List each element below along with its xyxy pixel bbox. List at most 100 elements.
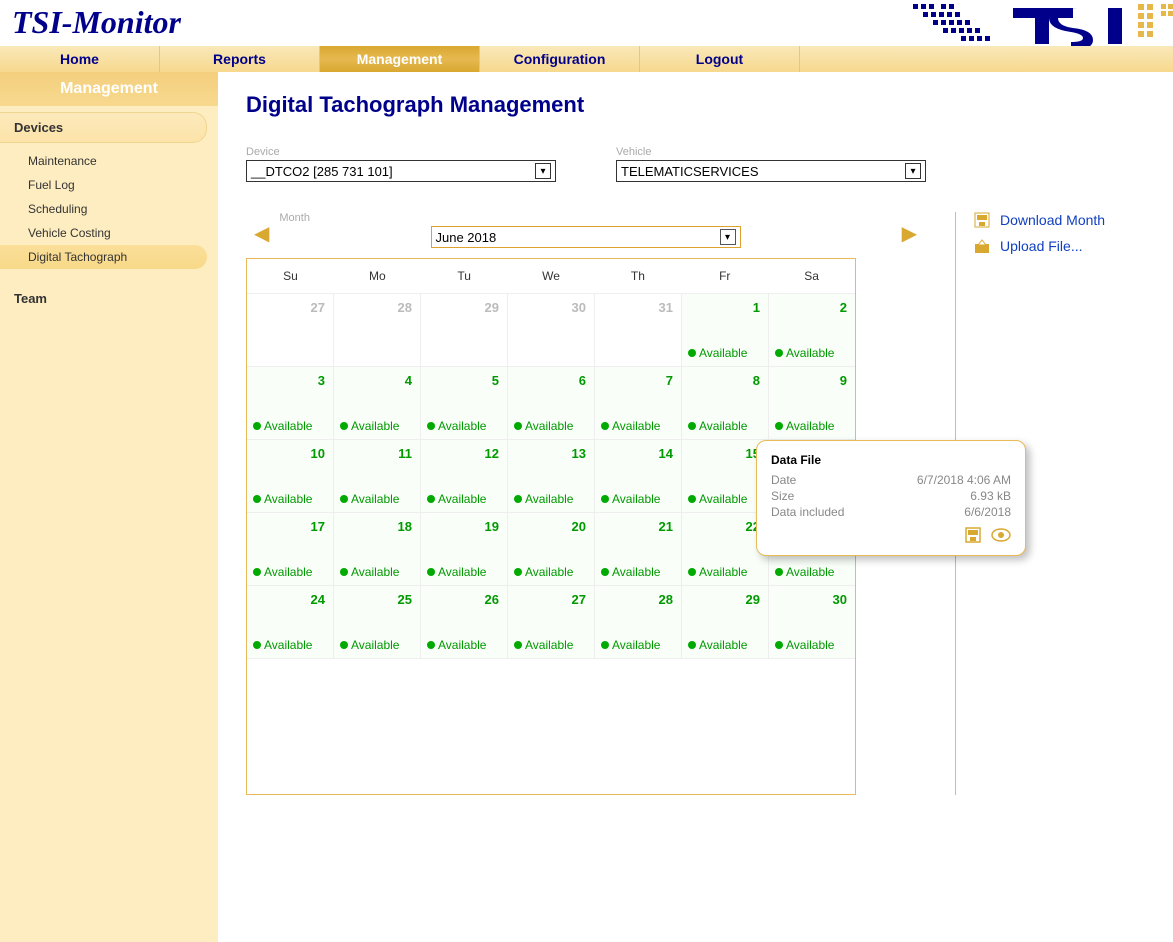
status-dot-icon [688, 568, 696, 576]
status-dot-icon [601, 495, 609, 503]
calendar-day[interactable]: 9Available [769, 367, 855, 440]
sidebar-item-maintenance[interactable]: Maintenance [0, 149, 207, 173]
available-badge: Available [688, 492, 747, 506]
status-dot-icon [688, 349, 696, 357]
calendar-day[interactable]: 29Available [682, 586, 769, 659]
calendar-day[interactable]: 20Available [508, 513, 595, 586]
sidebar-section-devices[interactable]: Devices [0, 112, 207, 143]
sidebar-item-vehicle-costing[interactable]: Vehicle Costing [0, 221, 207, 245]
status-dot-icon [514, 568, 522, 576]
calendar-day[interactable]: 28Available [595, 586, 682, 659]
sidebar-item-team[interactable]: Team [0, 281, 218, 316]
calendar-day[interactable]: 8Available [682, 367, 769, 440]
navbar: HomeReportsManagementConfigurationLogout [0, 46, 1173, 72]
status-dot-icon [340, 568, 348, 576]
chevron-down-icon: ▾ [905, 163, 921, 179]
available-badge: Available [427, 638, 486, 652]
vehicle-label: Vehicle [616, 146, 926, 158]
sidebar-title: Management [0, 72, 218, 106]
calendar-day[interactable]: 17 Available [247, 513, 334, 586]
available-badge: Available [340, 492, 399, 506]
available-badge: Available [253, 565, 312, 579]
nav-configuration[interactable]: Configuration [480, 46, 640, 72]
status-dot-icon [688, 422, 696, 430]
weekday-header: Fr [681, 259, 768, 293]
sidebar-item-fuel-log[interactable]: Fuel Log [0, 173, 207, 197]
calendar-day[interactable]: 3 Available [247, 367, 334, 440]
prev-month-button[interactable]: ◀ [254, 221, 269, 248]
upload-file-link[interactable]: Upload File... [974, 238, 1145, 254]
device-select[interactable]: __DTCO2 [285 731 101] ▾ [246, 160, 556, 182]
vehicle-value: TELEMATICSERVICES [621, 164, 759, 179]
calendar-day[interactable]: 11 Available [334, 440, 421, 513]
weekday-header: Th [594, 259, 681, 293]
day-number: 18 [398, 519, 412, 534]
calendar-day[interactable]: 7Available [595, 367, 682, 440]
day-number: 14 [659, 446, 673, 461]
available-badge: Available [601, 638, 660, 652]
available-badge: Available [253, 419, 312, 433]
vehicle-select[interactable]: TELEMATICSERVICES ▾ [616, 160, 926, 182]
calendar-day[interactable]: 4Available [334, 367, 421, 440]
calendar-day[interactable]: 19Available [421, 513, 508, 586]
available-badge: Available [340, 565, 399, 579]
status-dot-icon [253, 641, 261, 649]
calendar-day[interactable]: 24Available [247, 586, 334, 659]
chevron-down-icon: ▾ [535, 163, 551, 179]
calendar-day[interactable]: 21Available [595, 513, 682, 586]
calendar-day[interactable]: 5Available [421, 367, 508, 440]
calendar-day[interactable]: 27Available [508, 586, 595, 659]
download-month-link[interactable]: Download Month [974, 212, 1145, 228]
day-number: 21 [659, 519, 673, 534]
status-dot-icon [427, 422, 435, 430]
calendar-day[interactable]: 14 Available [595, 440, 682, 513]
calendar-day[interactable]: 30Available [769, 586, 855, 659]
available-badge: Available [514, 492, 573, 506]
available-badge: Available [427, 492, 486, 506]
day-number: 6 [579, 373, 586, 388]
calendar-day[interactable]: 6Available [508, 367, 595, 440]
day-number: 3 [318, 373, 325, 388]
chevron-down-icon: ▾ [720, 229, 736, 245]
day-number: 29 [746, 592, 760, 607]
status-dot-icon [775, 641, 783, 649]
month-value: June 2018 [436, 230, 497, 245]
nav-logout[interactable]: Logout [640, 46, 800, 72]
next-month-button[interactable]: ▶ [902, 221, 917, 248]
calendar-day[interactable]: 12Available [421, 440, 508, 513]
sidebar: Management Devices MaintenanceFuel LogSc… [0, 72, 218, 942]
calendar-day[interactable]: 25Available [334, 586, 421, 659]
tooltip-row: Size6.93 kB [771, 489, 1011, 503]
page-title: Digital Tachograph Management [246, 92, 1145, 118]
calendar-day: 31 [595, 294, 682, 367]
status-dot-icon [340, 422, 348, 430]
calendar-day[interactable]: 1 Available [682, 294, 769, 367]
status-dot-icon [601, 568, 609, 576]
available-badge: Available [601, 492, 660, 506]
save-icon [974, 212, 990, 228]
available-badge: Available [514, 638, 573, 652]
available-badge: Available [427, 419, 486, 433]
day-number: 17 [311, 519, 325, 534]
nav-reports[interactable]: Reports [160, 46, 320, 72]
save-icon[interactable] [965, 527, 983, 543]
day-number: 1 [753, 300, 760, 315]
calendar-day: 29 [421, 294, 508, 367]
calendar-day[interactable]: 2Available [769, 294, 855, 367]
available-badge: Available [340, 638, 399, 652]
main-content: Digital Tachograph Management Device __D… [218, 72, 1173, 942]
nav-management[interactable]: Management [320, 46, 480, 72]
nav-home[interactable]: Home [0, 46, 160, 72]
calendar-day[interactable]: 26Available [421, 586, 508, 659]
sidebar-item-digital-tachograph[interactable]: Digital Tachograph [0, 245, 207, 269]
eye-icon[interactable] [991, 527, 1011, 543]
calendar-day[interactable]: 13Available [508, 440, 595, 513]
calendar-day[interactable]: 10Available [247, 440, 334, 513]
available-badge: Available [340, 419, 399, 433]
sidebar-item-scheduling[interactable]: Scheduling [0, 197, 207, 221]
available-badge: Available [688, 346, 747, 360]
calendar-day[interactable]: 18 Available [334, 513, 421, 586]
day-number: 11 [398, 446, 412, 461]
month-select[interactable]: June 2018 ▾ [431, 226, 741, 248]
day-number: 19 [485, 519, 499, 534]
